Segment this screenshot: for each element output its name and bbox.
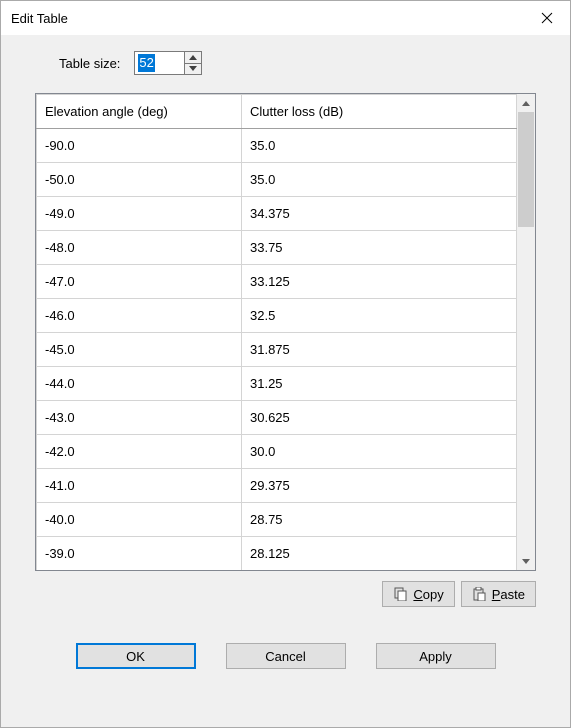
table-header-row: Elevation angle (deg) Clutter loss (dB) bbox=[37, 95, 517, 129]
vertical-scrollbar[interactable] bbox=[517, 94, 535, 570]
cancel-button[interactable]: Cancel bbox=[226, 643, 346, 669]
chevron-up-icon bbox=[522, 101, 530, 106]
titlebar: Edit Table bbox=[1, 1, 570, 35]
copy-label: Copy bbox=[413, 587, 443, 602]
table-container: Elevation angle (deg) Clutter loss (dB) … bbox=[35, 93, 536, 571]
table-size-row: Table size: 52 bbox=[59, 51, 546, 75]
copy-paste-row: Copy Paste bbox=[25, 581, 536, 607]
cell-elevation[interactable]: -39.0 bbox=[37, 537, 242, 571]
table-row: -50.035.0 bbox=[37, 163, 517, 197]
close-button[interactable] bbox=[524, 1, 570, 35]
chevron-up-icon bbox=[189, 55, 197, 60]
cell-elevation[interactable]: -45.0 bbox=[37, 333, 242, 367]
cell-clutter-loss[interactable]: 32.5 bbox=[242, 299, 517, 333]
cell-elevation[interactable]: -47.0 bbox=[37, 265, 242, 299]
window-title: Edit Table bbox=[11, 11, 68, 26]
table-row: -43.030.625 bbox=[37, 401, 517, 435]
table-row: -90.035.0 bbox=[37, 129, 517, 163]
cell-elevation[interactable]: -90.0 bbox=[37, 129, 242, 163]
cell-elevation[interactable]: -40.0 bbox=[37, 503, 242, 537]
cell-clutter-loss[interactable]: 30.625 bbox=[242, 401, 517, 435]
ok-button[interactable]: OK bbox=[76, 643, 196, 669]
column-header-elevation[interactable]: Elevation angle (deg) bbox=[37, 95, 242, 129]
scrollbar-up-button[interactable] bbox=[517, 94, 535, 112]
apply-button[interactable]: Apply bbox=[376, 643, 496, 669]
paste-button[interactable]: Paste bbox=[461, 581, 536, 607]
scrollbar-track[interactable] bbox=[517, 112, 535, 552]
table-row: -40.028.75 bbox=[37, 503, 517, 537]
table-size-spinner: 52 bbox=[134, 51, 202, 75]
table-size-label: Table size: bbox=[59, 56, 120, 71]
table-row: -47.033.125 bbox=[37, 265, 517, 299]
spinner-buttons bbox=[184, 51, 202, 75]
cell-elevation[interactable]: -44.0 bbox=[37, 367, 242, 401]
cell-clutter-loss[interactable]: 35.0 bbox=[242, 163, 517, 197]
cell-clutter-loss[interactable]: 31.25 bbox=[242, 367, 517, 401]
scrollbar-thumb[interactable] bbox=[518, 112, 534, 227]
cell-elevation[interactable]: -49.0 bbox=[37, 197, 242, 231]
cell-clutter-loss[interactable]: 28.75 bbox=[242, 503, 517, 537]
data-table: Elevation angle (deg) Clutter loss (dB) … bbox=[36, 94, 517, 570]
dialog-button-row: OK Cancel Apply bbox=[25, 607, 546, 689]
paste-label: Paste bbox=[492, 587, 525, 602]
table-scroll-area: Elevation angle (deg) Clutter loss (dB) … bbox=[36, 94, 517, 570]
paste-icon bbox=[472, 587, 486, 601]
copy-icon bbox=[393, 587, 407, 601]
cell-elevation[interactable]: -41.0 bbox=[37, 469, 242, 503]
table-row: -44.031.25 bbox=[37, 367, 517, 401]
cell-elevation[interactable]: -43.0 bbox=[37, 401, 242, 435]
spinner-up-button[interactable] bbox=[185, 52, 201, 64]
cell-elevation[interactable]: -42.0 bbox=[37, 435, 242, 469]
dialog-window: Edit Table Table size: 52 bbox=[0, 0, 571, 728]
table-row: -48.033.75 bbox=[37, 231, 517, 265]
cell-clutter-loss[interactable]: 34.375 bbox=[242, 197, 517, 231]
cell-clutter-loss[interactable]: 31.875 bbox=[242, 333, 517, 367]
table-row: -42.030.0 bbox=[37, 435, 517, 469]
column-header-clutter[interactable]: Clutter loss (dB) bbox=[242, 95, 517, 129]
table-row: -49.034.375 bbox=[37, 197, 517, 231]
scrollbar-down-button[interactable] bbox=[517, 552, 535, 570]
copy-button[interactable]: Copy bbox=[382, 581, 454, 607]
cell-elevation[interactable]: -46.0 bbox=[37, 299, 242, 333]
table-row: -46.032.5 bbox=[37, 299, 517, 333]
cell-elevation[interactable]: -50.0 bbox=[37, 163, 242, 197]
cell-clutter-loss[interactable]: 33.75 bbox=[242, 231, 517, 265]
table-row: -39.028.125 bbox=[37, 537, 517, 571]
cell-clutter-loss[interactable]: 30.0 bbox=[242, 435, 517, 469]
cell-clutter-loss[interactable]: 33.125 bbox=[242, 265, 517, 299]
cell-clutter-loss[interactable]: 28.125 bbox=[242, 537, 517, 571]
chevron-down-icon bbox=[189, 66, 197, 71]
close-icon bbox=[541, 12, 553, 24]
table-row: -45.031.875 bbox=[37, 333, 517, 367]
cell-elevation[interactable]: -48.0 bbox=[37, 231, 242, 265]
table-size-input[interactable] bbox=[134, 51, 184, 75]
spinner-down-button[interactable] bbox=[185, 64, 201, 75]
table-row: -41.029.375 bbox=[37, 469, 517, 503]
cell-clutter-loss[interactable]: 35.0 bbox=[242, 129, 517, 163]
chevron-down-icon bbox=[522, 559, 530, 564]
dialog-content: Table size: 52 bbox=[1, 35, 570, 727]
cell-clutter-loss[interactable]: 29.375 bbox=[242, 469, 517, 503]
